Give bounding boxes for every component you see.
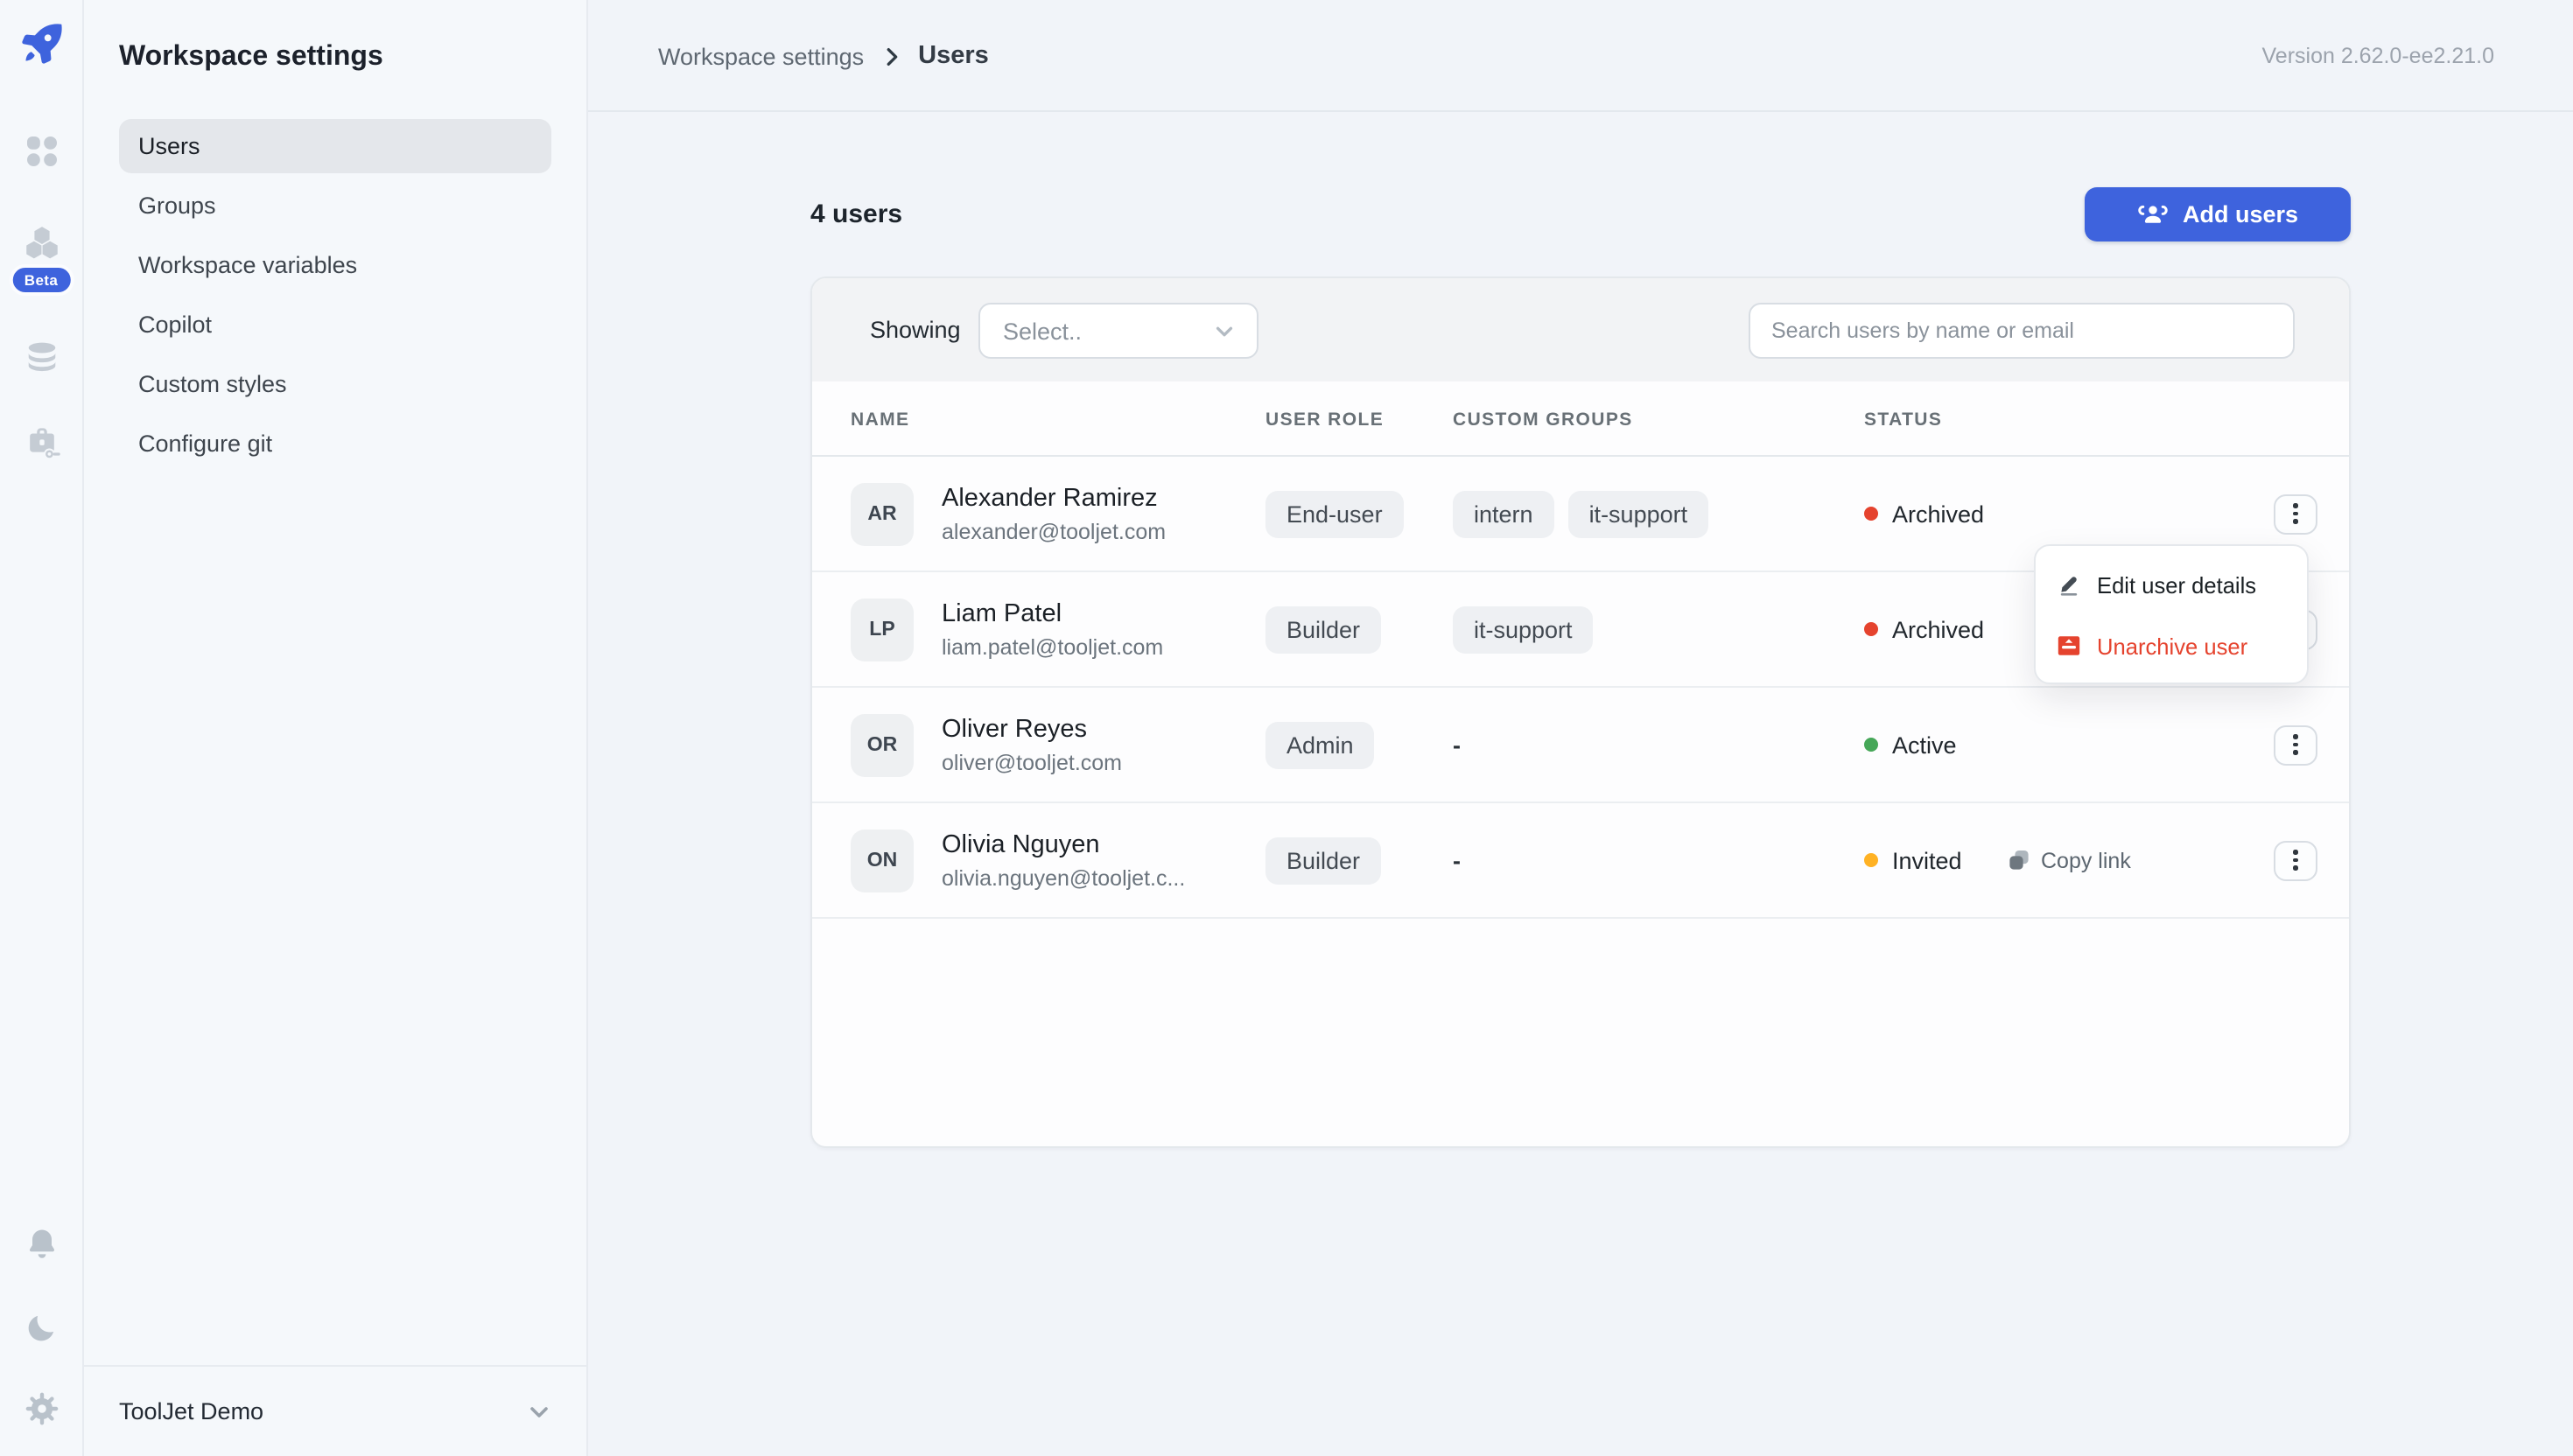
main-area: Workspace settings Users Version 2.62.0-… (588, 0, 2573, 1456)
sidebar-item-groups[interactable]: Groups (119, 178, 551, 233)
unarchive-user-label: Unarchive user (2097, 633, 2247, 659)
database-icon[interactable] (23, 340, 60, 376)
version-label: Version 2.62.0-ee2.21.0 (2262, 0, 2495, 112)
user-name: Liam Patel (942, 599, 1163, 627)
status-label: Active (1892, 732, 1957, 758)
workspace-switcher[interactable]: ToolJet Demo (84, 1365, 586, 1456)
workflows-toolbox-icon[interactable] (21, 424, 61, 464)
unarchive-icon (2057, 634, 2081, 658)
filter-bar: Showing Select.. (812, 278, 2349, 382)
user-email: alexander@tooljet.com (942, 519, 1166, 543)
avatar: OR (851, 713, 914, 776)
icon-rail: Beta (0, 0, 84, 1456)
sidebar-item-custom-styles[interactable]: Custom styles (119, 357, 551, 411)
column-header-status: STATUS (1864, 382, 1942, 457)
search-users-input[interactable] (1749, 303, 2295, 359)
role-badge: Builder (1265, 836, 1381, 884)
user-name: Oliver Reyes (942, 715, 1122, 743)
breadcrumb-chevron-icon (880, 45, 902, 67)
apps-icon[interactable] (25, 135, 58, 168)
row-actions-kebab-icon[interactable] (2274, 840, 2317, 880)
row-actions-kebab-icon[interactable] (2274, 494, 2317, 534)
sidebar-menu: Users Groups Workspace variables Copilot… (119, 119, 551, 476)
row-actions-context-menu: Edit user details Unarchive user (2034, 544, 2309, 684)
user-name: Alexander Ramirez (942, 484, 1166, 512)
group-badge: it-support (1568, 490, 1709, 537)
status-dot-active (1864, 738, 1878, 752)
notifications-bell-icon[interactable] (22, 1225, 60, 1264)
avatar: AR (851, 482, 914, 545)
copy-icon (2008, 849, 2030, 872)
role-badge: Admin (1265, 721, 1375, 768)
copy-link-label: Copy link (2041, 848, 2131, 872)
settings-gear-icon[interactable] (22, 1390, 60, 1428)
edit-user-details-menu-item[interactable]: Edit user details (2057, 562, 2286, 607)
sidebar-item-configure-git[interactable]: Configure git (119, 416, 551, 471)
chevron-down-icon (527, 1399, 551, 1424)
user-name: Olivia Nguyen (942, 830, 1185, 858)
role-badge: Builder (1265, 606, 1381, 653)
row-actions-kebab-icon[interactable] (2274, 724, 2317, 765)
tooljet-logo-rocket-icon[interactable] (18, 21, 64, 66)
copy-invite-link-button[interactable]: Copy link (2008, 848, 2131, 872)
status-label: Invited (1892, 847, 1962, 873)
unarchive-user-menu-item[interactable]: Unarchive user (2057, 623, 2286, 668)
table-row-oliver: OR Oliver Reyes oliver@tooljet.com Admin… (812, 688, 2349, 803)
avatar: LP (851, 598, 914, 661)
user-email: liam.patel@tooljet.com (942, 634, 1163, 659)
group-badge: it-support (1453, 606, 1594, 653)
user-email: olivia.nguyen@tooljet.c... (942, 865, 1185, 890)
group-badge: intern (1453, 490, 1554, 537)
sidebar-item-users[interactable]: Users (119, 119, 551, 173)
modules-icon[interactable] (23, 226, 60, 262)
avatar: ON (851, 829, 914, 892)
beta-badge: Beta (9, 264, 74, 296)
app-window: Beta (0, 0, 2573, 1456)
status-dot-archived (1864, 622, 1878, 636)
workspace-name: ToolJet Demo (119, 1398, 263, 1424)
settings-sidebar: Workspace settings Users Groups Workspac… (84, 0, 588, 1456)
add-users-label: Add users (2183, 201, 2298, 228)
breadcrumb-root[interactable]: Workspace settings (658, 43, 864, 69)
add-users-button[interactable]: Add users (2085, 187, 2351, 242)
table-row-olivia: ON Olivia Nguyen olivia.nguyen@tooljet.c… (812, 803, 2349, 919)
no-groups-dash: - (1453, 732, 1461, 758)
status-label: Archived (1892, 616, 1984, 642)
breadcrumb-current: Users (918, 42, 989, 70)
users-count-heading: 4 users (810, 200, 902, 229)
edit-user-details-label: Edit user details (2097, 571, 2256, 598)
sidebar-item-workspace-variables[interactable]: Workspace variables (119, 238, 551, 292)
user-email: oliver@tooljet.com (942, 750, 1122, 774)
column-header-user-role: USER ROLE (1265, 382, 1384, 457)
column-header-name: NAME (851, 382, 909, 457)
users-card: Showing Select.. NAME USER ROLE CUSTOM G… (810, 276, 2351, 1148)
status-dot-archived (1864, 507, 1878, 521)
chevron-down-icon (1213, 319, 1236, 342)
status-label: Archived (1892, 500, 1984, 527)
status-filter-select[interactable]: Select.. (978, 303, 1258, 359)
sidebar-item-copilot[interactable]: Copilot (119, 298, 551, 352)
table-header: NAME USER ROLE CUSTOM GROUPS STATUS (812, 382, 2349, 457)
sidebar-title: Workspace settings (119, 42, 383, 74)
role-badge: End-user (1265, 490, 1404, 537)
status-dot-invited (1864, 853, 1878, 867)
edit-pencil-icon (2057, 572, 2081, 597)
theme-moon-icon[interactable] (23, 1309, 60, 1346)
top-bar: Workspace settings Users Version 2.62.0-… (588, 0, 2573, 112)
column-header-custom-groups: CUSTOM GROUPS (1453, 382, 1633, 457)
table-body: AR Alexander Ramirez alexander@tooljet.c… (812, 457, 2349, 919)
add-users-icon (2137, 202, 2169, 227)
select-value: Select.. (1003, 318, 1082, 344)
breadcrumb: Workspace settings Users (658, 0, 989, 112)
showing-label: Showing (870, 278, 961, 382)
no-groups-dash: - (1453, 847, 1461, 873)
